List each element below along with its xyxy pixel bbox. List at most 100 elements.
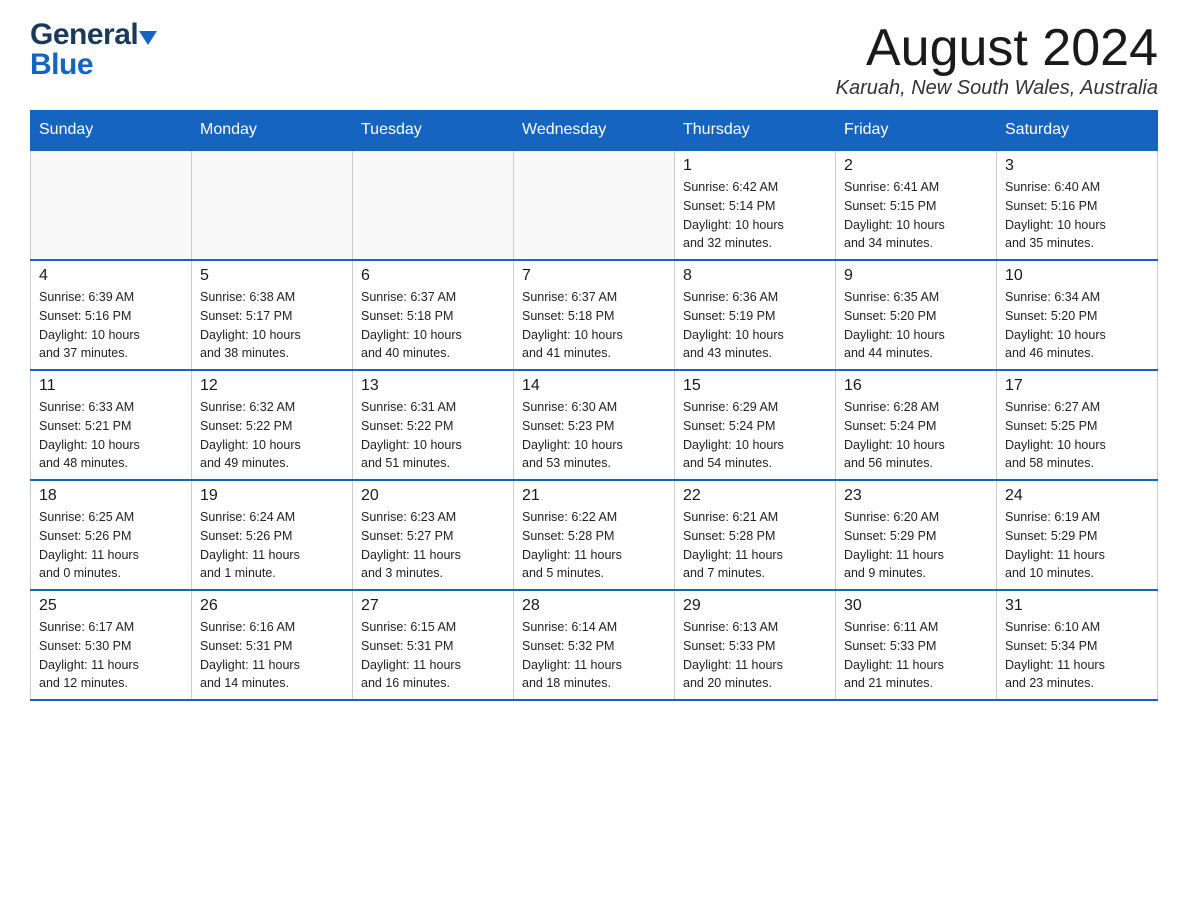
- day-info: Sunrise: 6:16 AMSunset: 5:31 PMDaylight:…: [200, 618, 344, 693]
- day-info: Sunrise: 6:41 AMSunset: 5:15 PMDaylight:…: [844, 178, 988, 253]
- calendar-cell: 28Sunrise: 6:14 AMSunset: 5:32 PMDayligh…: [514, 590, 675, 700]
- calendar-cell: [192, 150, 353, 260]
- day-number: 12: [200, 377, 344, 395]
- calendar-cell: 30 Sunrise: 6:11 AMSunset: 5:33 PMDayligh…: [836, 590, 997, 700]
- day-info: Sunrise: 6:35 AMSunset: 5:20 PMDaylight:…: [844, 288, 988, 363]
- day-number: 20: [361, 487, 505, 505]
- calendar-cell: 4 Sunrise: 6:39 AMSunset: 5:16 PMDaylight…: [31, 260, 192, 370]
- day-info: Sunrise: 6:32 AMSunset: 5:22 PMDaylight:…: [200, 398, 344, 473]
- day-info: Sunrise: 6:36 AMSunset: 5:19 PMDaylight:…: [683, 288, 827, 363]
- day-number: 25: [39, 597, 183, 615]
- day-number: 17: [1005, 377, 1149, 395]
- day-info: Sunrise: 6:29 AMSunset: 5:24 PMDaylight:…: [683, 398, 827, 473]
- day-number: 23: [844, 487, 988, 505]
- day-number: 19: [200, 487, 344, 505]
- calendar-cell: 24 Sunrise: 6:19 AMSunset: 5:29 PMDayligh…: [997, 480, 1158, 590]
- calendar-cell: 8 Sunrise: 6:36 AMSunset: 5:19 PMDaylight…: [675, 260, 836, 370]
- calendar-cell: 14 Sunrise: 6:30 AMSunset: 5:23 PMDayligh…: [514, 370, 675, 480]
- calendar-week-row: 18 Sunrise: 6:25 AMSunset: 5:26 PMDayligh…: [31, 480, 1158, 590]
- calendar-cell: 1Sunrise: 6:42 AMSunset: 5:14 PMDaylight…: [675, 150, 836, 260]
- day-info: Sunrise: 6:19 AMSunset: 5:29 PMDaylight:…: [1005, 508, 1149, 583]
- calendar-cell: 21 Sunrise: 6:22 AMSunset: 5:28 PMDayligh…: [514, 480, 675, 590]
- calendar-cell: 23 Sunrise: 6:20 AMSunset: 5:29 PMDayligh…: [836, 480, 997, 590]
- page-header: General Blue August 2024 Karuah, New Sou…: [30, 20, 1158, 100]
- weekday-header-friday: Friday: [836, 111, 997, 151]
- day-info: Sunrise: 6:10 AMSunset: 5:34 PMDaylight:…: [1005, 618, 1149, 693]
- calendar-header-row: SundayMondayTuesdayWednesdayThursdayFrid…: [31, 111, 1158, 151]
- calendar-cell: [31, 150, 192, 260]
- weekday-header-sunday: Sunday: [31, 111, 192, 151]
- day-number: 10: [1005, 267, 1149, 285]
- calendar-cell: 12 Sunrise: 6:32 AMSunset: 5:22 PMDayligh…: [192, 370, 353, 480]
- day-info: Sunrise: 6:38 AMSunset: 5:17 PMDaylight:…: [200, 288, 344, 363]
- day-number: 29: [683, 597, 827, 615]
- calendar-cell: 5 Sunrise: 6:38 AMSunset: 5:17 PMDaylight…: [192, 260, 353, 370]
- weekday-header-thursday: Thursday: [675, 111, 836, 151]
- day-info: Sunrise: 6:23 AMSunset: 5:27 PMDaylight:…: [361, 508, 505, 583]
- day-info: Sunrise: 6:33 AMSunset: 5:21 PMDaylight:…: [39, 398, 183, 473]
- day-info: Sunrise: 6:31 AMSunset: 5:22 PMDaylight:…: [361, 398, 505, 473]
- day-number: 5: [200, 267, 344, 285]
- day-info: Sunrise: 6:39 AMSunset: 5:16 PMDaylight:…: [39, 288, 183, 363]
- calendar-cell: [514, 150, 675, 260]
- logo-triangle: [139, 31, 157, 45]
- day-number: 14: [522, 377, 666, 395]
- day-number: 9: [844, 267, 988, 285]
- weekday-header-wednesday: Wednesday: [514, 111, 675, 151]
- day-number: 28: [522, 597, 666, 615]
- day-info: Sunrise: 6:37 AMSunset: 5:18 PMDaylight:…: [361, 288, 505, 363]
- calendar-cell: 10 Sunrise: 6:34 AMSunset: 5:20 PMDayligh…: [997, 260, 1158, 370]
- calendar-cell: [353, 150, 514, 260]
- calendar-table: SundayMondayTuesdayWednesdayThursdayFrid…: [30, 110, 1158, 701]
- day-info: Sunrise: 6:15 AMSunset: 5:31 PMDaylight:…: [361, 618, 505, 693]
- day-number: 18: [39, 487, 183, 505]
- day-info: Sunrise: 6:42 AMSunset: 5:14 PMDaylight:…: [683, 178, 827, 253]
- day-info: Sunrise: 6:11 AMSunset: 5:33 PMDaylight:…: [844, 618, 988, 693]
- calendar-cell: 11 Sunrise: 6:33 AMSunset: 5:21 PMDayligh…: [31, 370, 192, 480]
- day-info: Sunrise: 6:17 AMSunset: 5:30 PMDaylight:…: [39, 618, 183, 693]
- calendar-cell: 9 Sunrise: 6:35 AMSunset: 5:20 PMDaylight…: [836, 260, 997, 370]
- day-number: 3: [1005, 157, 1149, 175]
- day-info: Sunrise: 6:22 AMSunset: 5:28 PMDaylight:…: [522, 508, 666, 583]
- calendar-cell: 31 Sunrise: 6:10 AMSunset: 5:34 PMDayligh…: [997, 590, 1158, 700]
- calendar-cell: 3 Sunrise: 6:40 AMSunset: 5:16 PMDaylight…: [997, 150, 1158, 260]
- day-number: 4: [39, 267, 183, 285]
- day-number: 11: [39, 377, 183, 395]
- day-number: 7: [522, 267, 666, 285]
- calendar-cell: 20 Sunrise: 6:23 AMSunset: 5:27 PMDayligh…: [353, 480, 514, 590]
- day-info: Sunrise: 6:34 AMSunset: 5:20 PMDaylight:…: [1005, 288, 1149, 363]
- day-info: Sunrise: 6:37 AMSunset: 5:18 PMDaylight:…: [522, 288, 666, 363]
- day-info: Sunrise: 6:30 AMSunset: 5:23 PMDaylight:…: [522, 398, 666, 473]
- calendar-week-row: 11 Sunrise: 6:33 AMSunset: 5:21 PMDayligh…: [31, 370, 1158, 480]
- day-info: Sunrise: 6:27 AMSunset: 5:25 PMDaylight:…: [1005, 398, 1149, 473]
- day-info: Sunrise: 6:25 AMSunset: 5:26 PMDaylight:…: [39, 508, 183, 583]
- calendar-cell: 16Sunrise: 6:28 AMSunset: 5:24 PMDayligh…: [836, 370, 997, 480]
- calendar-cell: 7 Sunrise: 6:37 AMSunset: 5:18 PMDaylight…: [514, 260, 675, 370]
- day-number: 13: [361, 377, 505, 395]
- day-number: 26: [200, 597, 344, 615]
- calendar-week-row: 1Sunrise: 6:42 AMSunset: 5:14 PMDaylight…: [31, 150, 1158, 260]
- day-number: 21: [522, 487, 666, 505]
- day-number: 24: [1005, 487, 1149, 505]
- day-number: 6: [361, 267, 505, 285]
- calendar-cell: 25 Sunrise: 6:17 AMSunset: 5:30 PMDayligh…: [31, 590, 192, 700]
- day-info: Sunrise: 6:21 AMSunset: 5:28 PMDaylight:…: [683, 508, 827, 583]
- calendar-cell: 22 Sunrise: 6:21 AMSunset: 5:28 PMDayligh…: [675, 480, 836, 590]
- day-number: 30: [844, 597, 988, 615]
- day-info: Sunrise: 6:24 AMSunset: 5:26 PMDaylight:…: [200, 508, 344, 583]
- calendar-cell: 27 Sunrise: 6:15 AMSunset: 5:31 PMDayligh…: [353, 590, 514, 700]
- location-subtitle: Karuah, New South Wales, Australia: [836, 77, 1158, 100]
- calendar-cell: 13 Sunrise: 6:31 AMSunset: 5:22 PMDayligh…: [353, 370, 514, 480]
- day-number: 2: [844, 157, 988, 175]
- weekday-header-tuesday: Tuesday: [353, 111, 514, 151]
- day-number: 15: [683, 377, 827, 395]
- day-number: 22: [683, 487, 827, 505]
- weekday-header-monday: Monday: [192, 111, 353, 151]
- day-number: 31: [1005, 597, 1149, 615]
- day-number: 27: [361, 597, 505, 615]
- day-number: 8: [683, 267, 827, 285]
- day-info: Sunrise: 6:20 AMSunset: 5:29 PMDaylight:…: [844, 508, 988, 583]
- day-info: Sunrise: 6:28 AMSunset: 5:24 PMDaylight:…: [844, 398, 988, 473]
- weekday-header-saturday: Saturday: [997, 111, 1158, 151]
- day-info: Sunrise: 6:40 AMSunset: 5:16 PMDaylight:…: [1005, 178, 1149, 253]
